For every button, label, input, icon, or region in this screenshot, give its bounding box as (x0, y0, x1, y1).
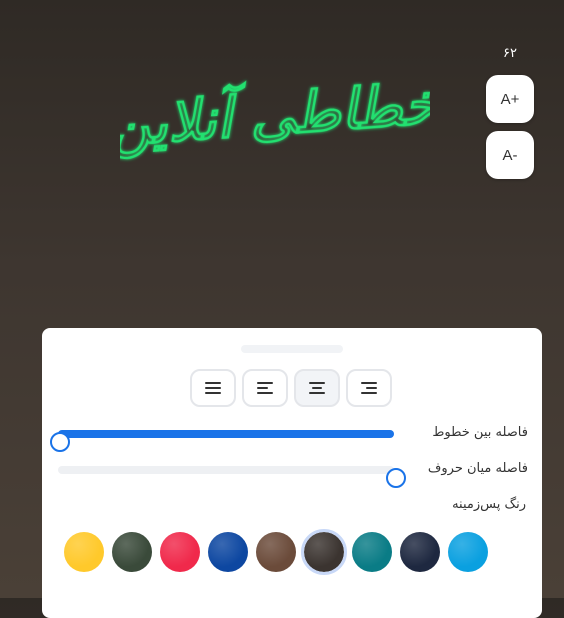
dark-brown-swatch[interactable] (301, 529, 347, 575)
teal-swatch[interactable] (352, 532, 392, 572)
align-justify-icon (205, 382, 221, 394)
align-justify-button[interactable] (190, 369, 236, 407)
navy-swatch[interactable] (208, 532, 248, 572)
line-spacing-thumb[interactable] (50, 432, 70, 452)
align-left-button[interactable] (242, 369, 288, 407)
yellow-swatch[interactable] (64, 532, 104, 572)
line-spacing-slider[interactable] (50, 430, 394, 452)
red-swatch[interactable] (160, 532, 200, 572)
alignment-group (190, 369, 392, 407)
background-color-label: رنگ پس‌زمینه (452, 497, 526, 512)
settings-panel: فاصله بین خطوط فاصله میان حروف رنگ پس‌زم… (42, 328, 542, 618)
blue-swatch[interactable] (448, 532, 488, 572)
line-spacing-label: فاصله بین خطوط (432, 425, 528, 440)
dark-green-swatch[interactable] (112, 532, 152, 572)
font-size-value: ۶۲ (503, 46, 517, 61)
line-spacing-fill (58, 430, 394, 438)
background-swatches (64, 529, 488, 575)
brown-swatch[interactable] (256, 532, 296, 572)
letter-spacing-slider[interactable] (58, 466, 406, 488)
drag-handle[interactable] (241, 345, 343, 353)
align-right-button[interactable] (346, 369, 392, 407)
letter-spacing-thumb[interactable] (386, 468, 406, 488)
calligraphy-preview: خطاطی آنلاین (120, 68, 430, 160)
align-right-icon (361, 382, 377, 394)
calligraphy-canvas: خطاطی آنلاین ۶۲ A+ A- فاصله بین خطوط فاص… (0, 0, 564, 618)
preview-text: خطاطی آنلاین (120, 70, 430, 160)
midnight-swatch[interactable] (400, 532, 440, 572)
decrease-font-button[interactable]: A- (486, 131, 534, 179)
letter-spacing-row: فاصله میان حروف (58, 458, 528, 488)
letter-spacing-label: فاصله میان حروف (427, 461, 528, 476)
align-center-icon (309, 382, 325, 394)
increase-font-button[interactable]: A+ (486, 75, 534, 123)
align-left-icon (257, 382, 273, 394)
line-spacing-row: فاصله بین خطوط (50, 422, 528, 452)
align-center-button[interactable] (294, 369, 340, 407)
